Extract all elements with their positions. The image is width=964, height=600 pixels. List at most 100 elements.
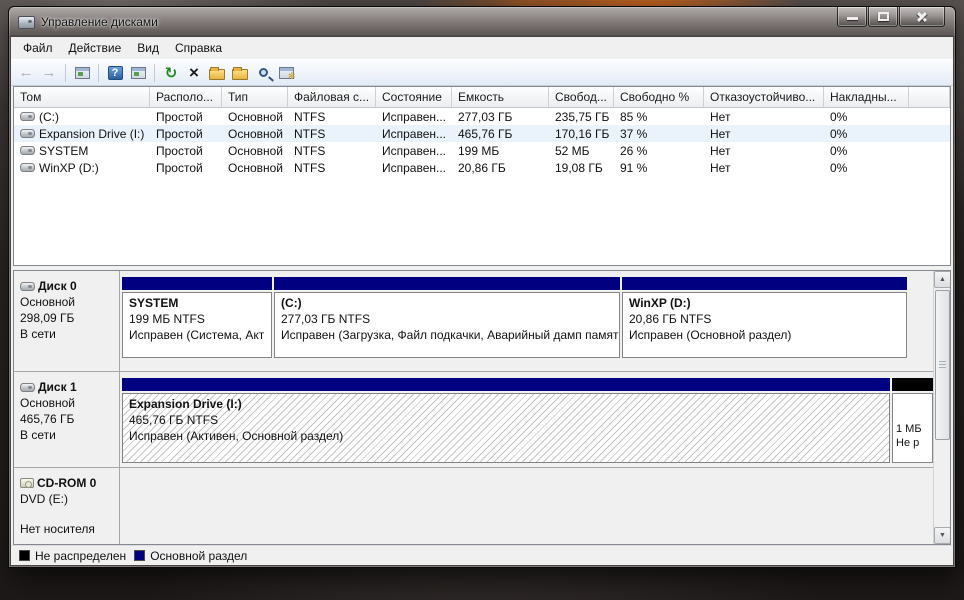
drive-icon [20,163,35,172]
cell-fault-tolerance: Нет [710,160,731,175]
unallocated-color-swatch [19,550,30,561]
primary-partition-strip [122,277,272,290]
partition-size: 465,76 ГБ NTFS [129,413,219,427]
header-free-pct[interactable]: Свободно % [614,87,704,107]
header-layout[interactable]: Располо... [150,87,222,107]
partition-winxp[interactable]: WinXP (D:) 20,86 ГБ NTFS Исправен (Основ… [622,277,907,358]
unallocated-size: 1 МБ [896,423,922,435]
title-bar[interactable]: Управление дисками [9,7,955,37]
header-overhead[interactable]: Накладны... [824,87,909,107]
menu-action[interactable]: Действие [61,38,130,58]
cell-volume: Expansion Drive (I:) [39,126,145,141]
partition-c[interactable]: (C:) 277,03 ГБ NTFS Исправен (Загрузка, … [274,277,620,358]
cell-overhead: 0% [830,160,848,175]
scrollbar-thumb[interactable] [935,290,950,440]
disk-name: Диск 0 [38,279,77,293]
header-type[interactable]: Тип [222,87,288,107]
scroll-up-icon[interactable]: ▲ [934,271,950,288]
legend-label: Не распределен [35,548,127,563]
disk-type: Основной [20,295,76,309]
menu-file[interactable]: Файл [15,38,61,58]
disk-1-label[interactable]: Диск 1 Основной 465,76 ГБ В сети [14,372,120,467]
partition-expansion-drive[interactable]: Expansion Drive (I:) 465,76 ГБ NTFS Испр… [122,378,890,463]
disk-1-row: Диск 1 Основной 465,76 ГБ В сети Expansi… [14,372,933,468]
menu-view[interactable]: Вид [129,38,167,58]
partition-name: SYSTEM [129,296,179,310]
cell-free-pct: 91 % [620,160,648,175]
cell-filesystem: NTFS [294,143,326,158]
forward-icon[interactable]: → [40,64,58,82]
partition-size: 20,86 ГБ NTFS [629,312,712,326]
cell-capacity: 20,86 ГБ [458,160,506,175]
vertical-scrollbar[interactable]: ▲ ▼ [933,271,950,544]
cell-free: 235,75 ГБ [555,109,610,124]
cell-layout: Простой [156,160,203,175]
volume-list-pane: Том Располо... Тип Файловая с... Состоян… [13,86,951,266]
cell-fault-tolerance: Нет [710,126,731,141]
primary-partition-strip [274,277,620,290]
console-tree-icon[interactable] [129,64,147,82]
table-row-volume-system[interactable]: SYSTEM Простой Основной NTFS Исправен...… [14,142,950,159]
disk-icon [20,281,35,291]
cdrom-label[interactable]: CD-ROM 0 DVD (E:) Нет носителя [14,468,120,544]
menu-help[interactable]: Справка [167,38,230,58]
console-window-icon[interactable] [73,64,91,82]
unallocated-space[interactable]: 1 МБ Не р [892,378,933,463]
header-filesystem[interactable]: Файловая с... [288,87,376,107]
toolbar-separator [98,63,99,82]
cell-volume: (C:) [39,109,59,124]
help-icon[interactable]: ? [106,64,124,82]
disk-name: CD-ROM 0 [37,476,97,490]
menu-bar: Файл Действие Вид Справка [11,37,953,59]
unallocated-label: Не р [896,437,920,449]
maximize-button[interactable] [868,7,898,27]
cell-status: Исправен... [382,126,447,141]
open-folder-icon[interactable] [231,64,249,82]
zoom-icon[interactable] [254,64,272,82]
cell-free: 170,16 ГБ [555,126,610,141]
partition-status: Исправен (Активен, Основной раздел) [129,429,344,443]
back-icon[interactable]: ← [17,64,35,82]
toolbar-separator [65,63,66,82]
header-fault-tolerance[interactable]: Отказоустойчиво... [704,87,824,107]
cell-capacity: 277,03 ГБ [458,109,513,124]
toolbar: ← → ? ↻ × [11,59,953,86]
disk-0-label[interactable]: Диск 0 Основной 298,09 ГБ В сети [14,271,120,371]
cell-free-pct: 26 % [620,143,648,158]
header-volume[interactable]: Том [14,87,150,107]
delete-icon[interactable]: × [185,63,203,82]
legend-primary-partition: Основной раздел [134,549,247,563]
scroll-down-icon[interactable]: ▼ [934,527,950,544]
drive-icon [20,129,35,138]
cell-layout: Простой [156,126,203,141]
cell-fault-tolerance: Нет [710,109,731,124]
minimize-button[interactable] [837,7,867,27]
header-status[interactable]: Состояние [376,87,452,107]
table-row-volume-expansion[interactable]: Expansion Drive (I:) Простой Основной NT… [14,125,950,142]
disk-status: В сети [20,327,56,341]
properties-icon[interactable] [208,64,226,82]
primary-partition-strip [122,378,890,391]
partition-status: Исправен (Загрузка, Файл подкачки, Авари… [281,328,619,342]
desktop-background: Управление дисками Файл Действие Вид Спр… [0,0,964,600]
drive-icon [20,146,35,155]
close-button[interactable] [899,7,945,27]
table-row-volume-winxp[interactable]: WinXP (D:) Простой Основной NTFS Исправе… [14,159,950,176]
table-row-volume-c[interactable]: (C:) Простой Основной NTFS Исправен... 2… [14,108,950,125]
refresh-icon[interactable]: ↻ [162,64,180,82]
drive-icon [20,112,35,121]
header-free[interactable]: Свобод... [549,87,614,107]
primary-partition-color-swatch [134,550,146,561]
close-icon [916,10,929,23]
unallocated-strip [892,378,933,391]
settings-icon[interactable] [277,64,296,82]
disk-status: В сети [20,428,56,442]
header-capacity[interactable]: Емкость [452,87,549,107]
volume-list-header: Том Располо... Тип Файловая с... Состоян… [14,87,950,108]
cell-type: Основной [228,143,284,158]
cell-layout: Простой [156,109,203,124]
client-area: Файл Действие Вид Справка ← → ? ↻ × ✻ То… [11,37,953,565]
partition-system[interactable]: SYSTEM 199 МБ NTFS Исправен (Система, Ак… [122,277,272,358]
partition-status: Исправен (Основной раздел) [629,328,792,342]
cell-volume: WinXP (D:) [39,160,99,175]
